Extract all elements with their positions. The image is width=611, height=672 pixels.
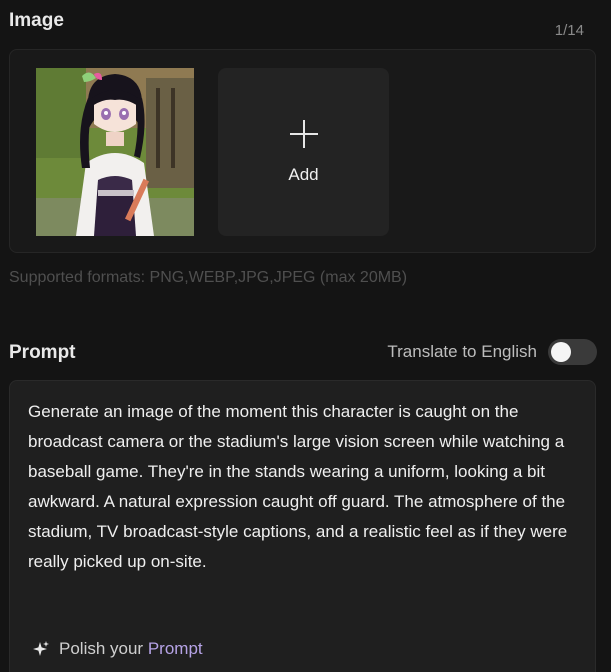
polish-prefix-label: Polish your [59,639,148,658]
uploaded-image-thumbnail[interactable] [36,68,194,236]
image-prompt-panel: Image 1/14 Add Supported formats: PNG,WE… [0,0,611,672]
sparkle-icon [33,641,49,656]
polish-accent-label: Prompt [147,639,203,658]
toggle-knob [551,342,571,362]
prompt-input[interactable]: Generate an image of the moment this cha… [9,380,596,672]
translate-toggle[interactable] [548,339,597,365]
image-upload-panel: Add [9,49,596,253]
add-image-button[interactable]: Add [218,68,389,236]
translate-to-english-label: Translate to English [387,342,537,361]
prompt-text: Generate an image of the moment this cha… [28,402,568,571]
add-image-label: Add [288,165,319,184]
character-image [36,68,194,236]
plus-icon [290,120,318,148]
image-count: 1/14 [554,22,584,39]
supported-formats-note: Supported formats: PNG,WEBP,JPG,JPEG (ma… [9,269,408,286]
image-section-title: Image [9,10,64,31]
polish-prompt-button[interactable]: Polish your Prompt [32,639,203,659]
prompt-section-title: Prompt [9,342,76,363]
